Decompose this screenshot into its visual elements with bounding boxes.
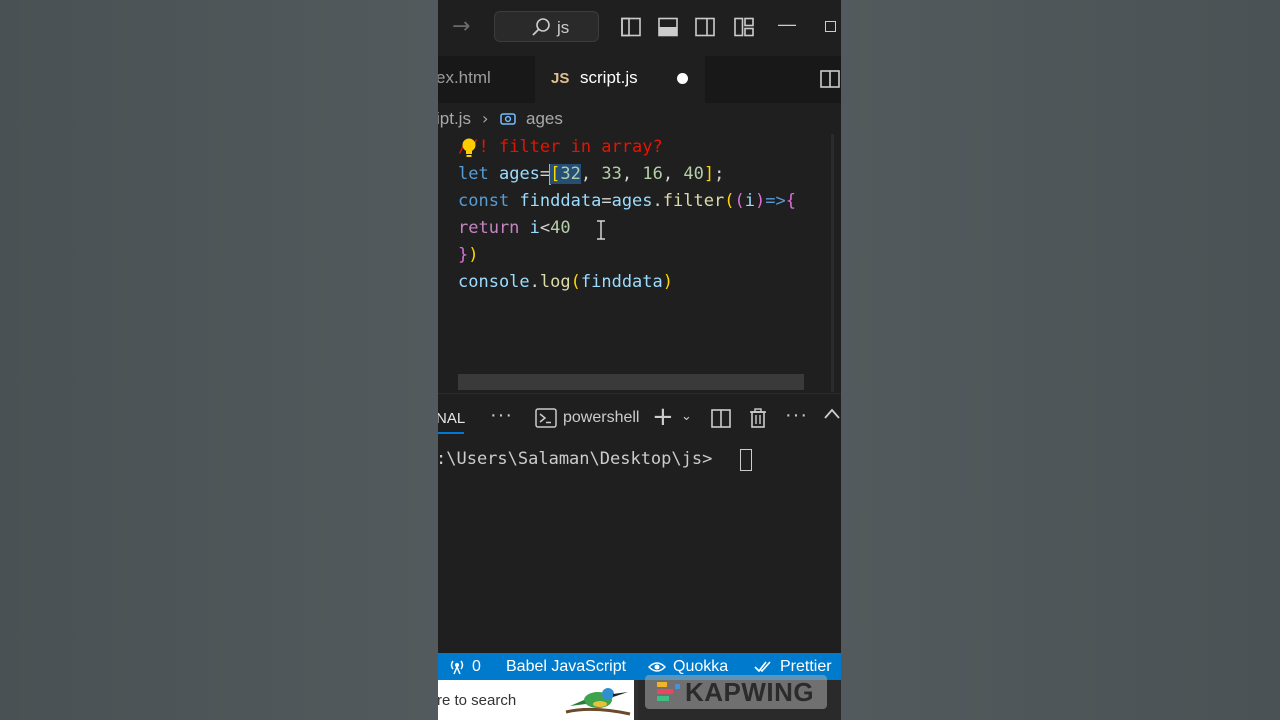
search-icon: [532, 18, 550, 36]
toggle-panel-icon[interactable]: [658, 17, 678, 37]
minimize-window-icon[interactable]: —: [778, 14, 796, 35]
terminal-name[interactable]: powershell: [563, 409, 639, 427]
mouse-ibeam-icon: [597, 220, 605, 240]
code-line-5: }): [458, 245, 479, 265]
tab-index-html[interactable]: ex.html: [438, 56, 535, 103]
active-tab-underline: [438, 432, 464, 434]
code-editor[interactable]: //! filter in array? let ages=[32, 33, 1…: [438, 134, 841, 392]
code-line-6: console.log(finddata): [458, 272, 674, 292]
broadcast-icon[interactable]: [448, 659, 466, 675]
tab-script-js[interactable]: JS script.js: [535, 56, 705, 103]
new-terminal-icon[interactable]: +: [652, 402, 674, 432]
customize-layout-icon[interactable]: [734, 17, 754, 37]
prettier-status[interactable]: Prettier: [780, 658, 832, 676]
taskbar-search-placeholder: re to search: [438, 692, 517, 709]
eye-icon: [648, 662, 666, 672]
video-background-right: [841, 0, 1280, 720]
tab-terminal[interactable]: NAL: [438, 410, 465, 427]
split-terminal-icon[interactable]: [711, 409, 731, 428]
code-line-2: let ages=[32, 33, 16, 40];: [458, 163, 725, 185]
tab-label: script.js: [580, 68, 638, 87]
editor-tabs: ex.html JS script.js: [438, 56, 841, 103]
panel-header: NAL ··· powershell + ⌄ ···: [438, 394, 841, 442]
maximize-panel-icon[interactable]: [824, 408, 840, 420]
taskbar-search-box[interactable]: re to search: [438, 680, 634, 720]
chevron-down-icon[interactable]: ⌄: [681, 409, 692, 424]
code-line-3: const finddata=ages.filter((i)=>{: [458, 191, 796, 211]
toggle-primary-sidebar-icon[interactable]: [621, 17, 641, 37]
terminal-cursor: [740, 449, 752, 471]
remote-count[interactable]: 0: [472, 658, 481, 676]
code-line-1: //! filter in array?: [458, 134, 663, 161]
breadcrumb: ipt.js › ages: [438, 106, 841, 132]
forward-arrow-icon[interactable]: →: [452, 14, 470, 39]
code-line-4: return i<40: [458, 218, 571, 238]
video-background-left: [0, 0, 438, 720]
kapwing-watermark: KAPWING: [645, 675, 827, 709]
js-file-icon: JS: [551, 70, 570, 87]
more-actions-icon[interactable]: ···: [785, 404, 808, 427]
tab-label: ex.html: [438, 68, 491, 87]
command-center-search[interactable]: js: [494, 11, 599, 42]
breadcrumb-symbol[interactable]: ages: [526, 109, 563, 129]
terminal-icon: [535, 408, 557, 428]
more-views-icon[interactable]: ···: [490, 404, 513, 427]
kapwing-logo-icon: [657, 682, 680, 701]
toggle-secondary-sidebar-icon[interactable]: [695, 17, 715, 37]
lightbulb-icon[interactable]: [460, 137, 478, 159]
terminal-prompt: :\Users\Salaman\Desktop\js>: [438, 449, 723, 469]
double-check-icon: [754, 661, 771, 673]
unsaved-dot-icon[interactable]: [677, 73, 688, 84]
bird-illustration-icon: [565, 688, 631, 716]
kapwing-text: KAPWING: [685, 677, 815, 707]
chevron-right-icon: ›: [482, 109, 489, 128]
variable-symbol-icon: [500, 113, 516, 125]
vertical-scrollbar[interactable]: [831, 134, 834, 392]
horizontal-scrollbar[interactable]: [458, 374, 804, 390]
comment-text: ! filter in array?: [478, 137, 663, 157]
quokka-status[interactable]: Quokka: [673, 658, 728, 676]
trash-icon[interactable]: [749, 408, 767, 428]
split-editor-icon[interactable]: [820, 69, 840, 89]
vscode-window: → js — ex.html JS script.js ipt.js › age…: [438, 0, 841, 720]
language-mode[interactable]: Babel JavaScript: [506, 658, 626, 676]
title-bar: → js —: [438, 0, 841, 56]
maximize-window-icon[interactable]: [825, 21, 836, 32]
search-text: js: [557, 18, 570, 37]
breadcrumb-file[interactable]: ipt.js: [438, 109, 471, 129]
